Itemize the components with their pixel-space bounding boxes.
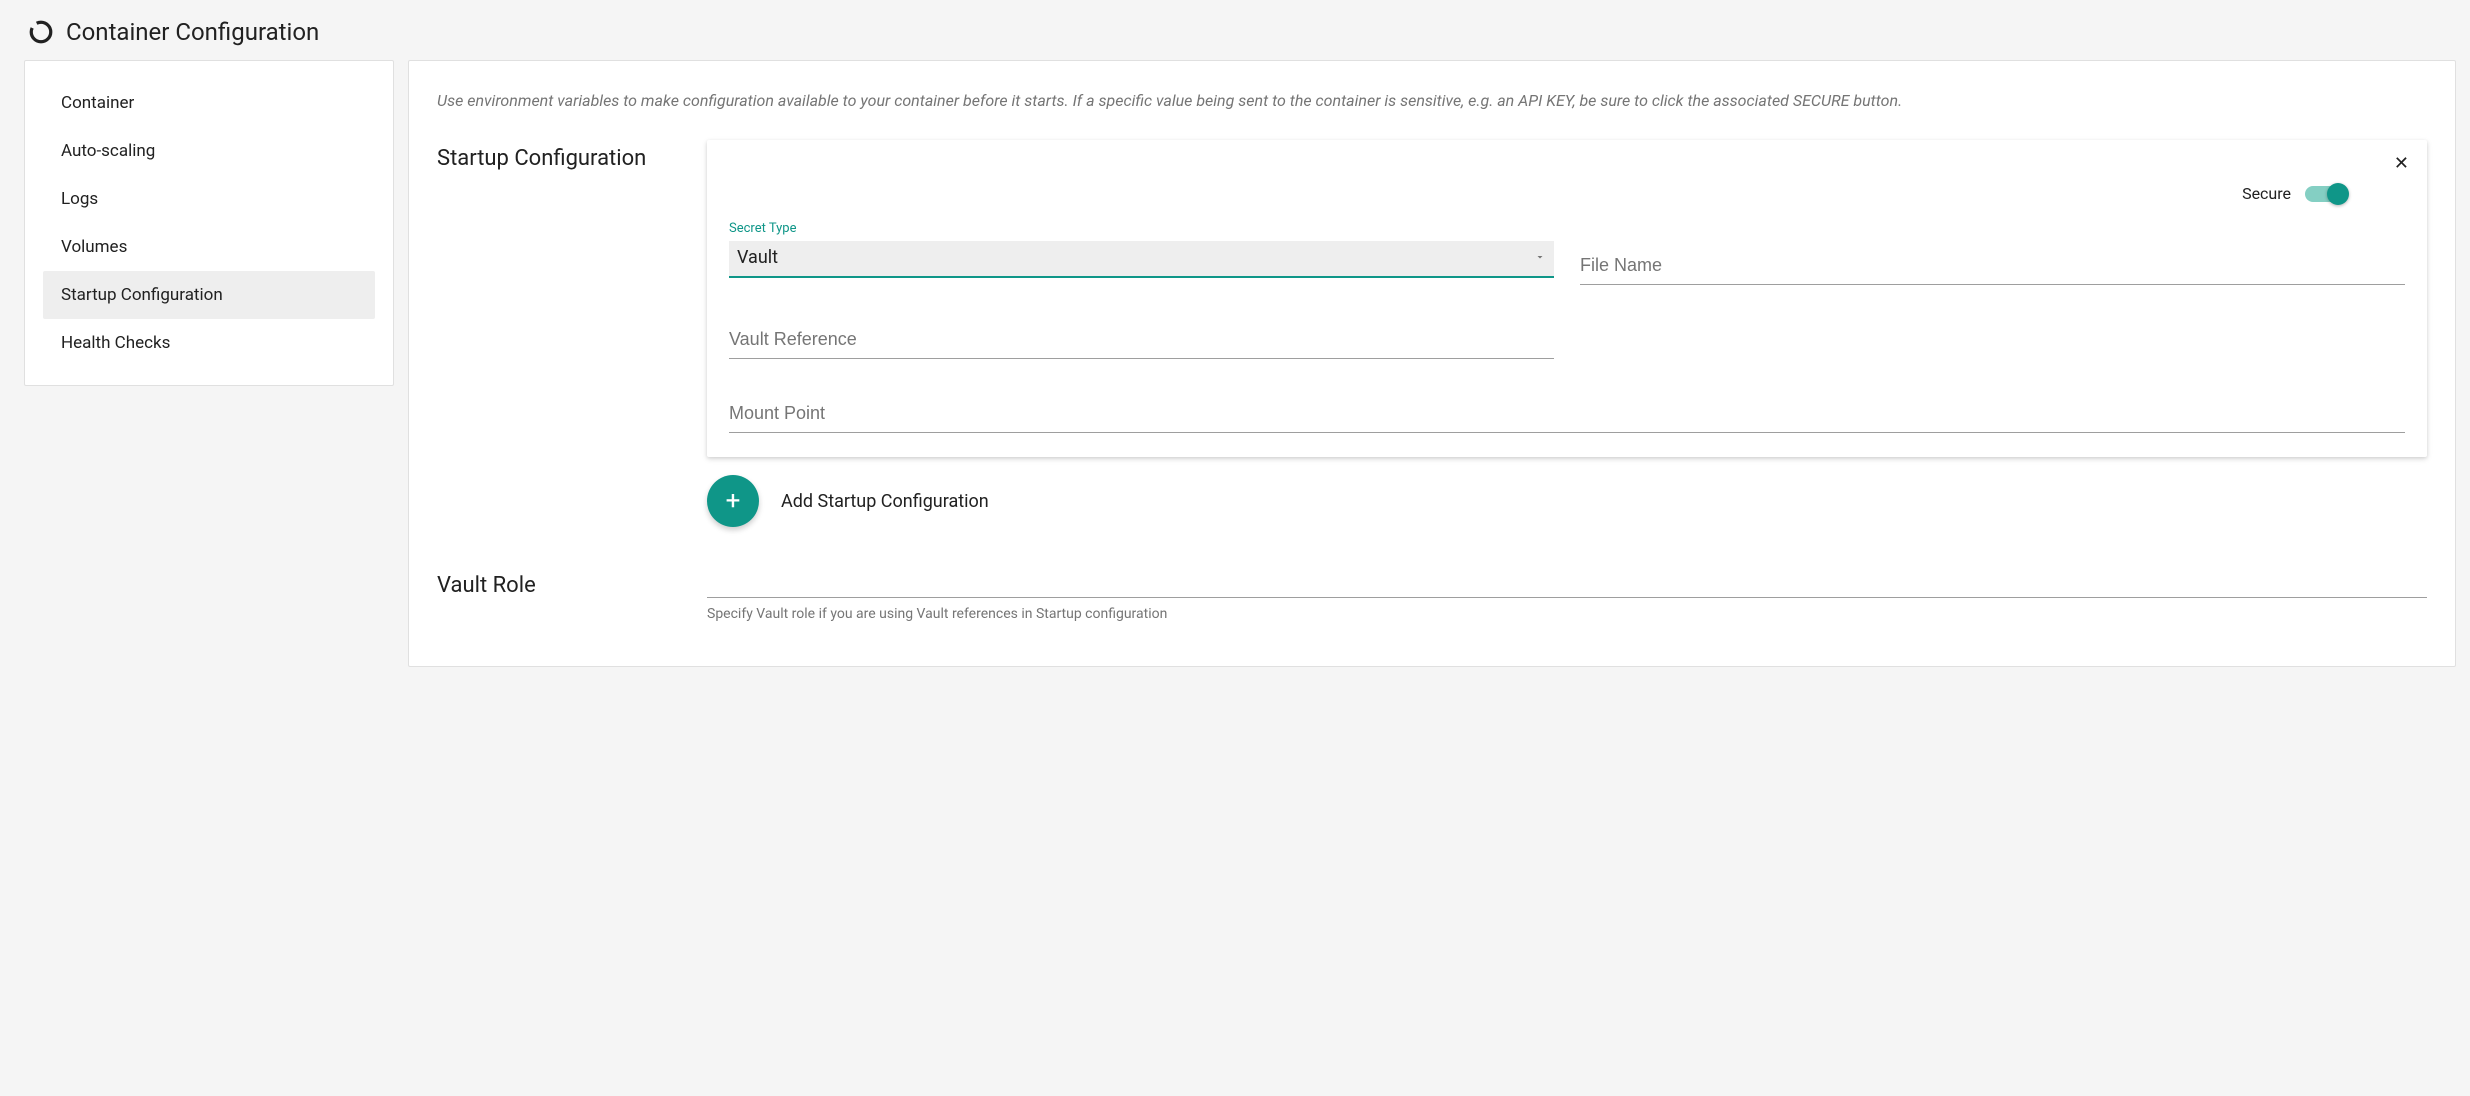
chevron-down-icon: [1534, 247, 1546, 268]
mount-point-input[interactable]: [729, 397, 2405, 433]
sidebar-item-logs[interactable]: Logs: [43, 175, 375, 223]
mount-point-field: [729, 369, 2405, 433]
secret-type-value: Vault: [737, 247, 778, 268]
section-label-startup: Startup Configuration: [437, 140, 707, 171]
file-name-input[interactable]: [1580, 249, 2405, 285]
startup-config-card: ✕ Secure Secret Type Vault: [707, 140, 2427, 457]
sidebar-item-container[interactable]: Container: [43, 79, 375, 127]
secret-type-field: Secret Type Vault: [729, 221, 1554, 285]
toggle-knob: [2327, 183, 2349, 205]
section-label-vault-role: Vault Role: [437, 567, 707, 598]
sidebar-item-label: Health Checks: [61, 333, 170, 353]
sidebar-item-label: Startup Configuration: [61, 285, 223, 305]
vault-role-input[interactable]: [707, 567, 2427, 598]
sidebar-item-volumes[interactable]: Volumes: [43, 223, 375, 271]
secret-type-label: Secret Type: [729, 221, 796, 236]
close-icon[interactable]: ✕: [2394, 154, 2409, 172]
vault-role-help: Specify Vault role if you are using Vaul…: [707, 606, 2427, 622]
file-name-field: [1580, 221, 2405, 285]
vault-reference-input[interactable]: [729, 323, 1554, 359]
plus-icon: +: [726, 488, 741, 514]
page-title: Container Configuration: [66, 18, 319, 46]
sidebar-item-label: Auto-scaling: [61, 141, 155, 161]
sidebar-item-auto-scaling[interactable]: Auto-scaling: [43, 127, 375, 175]
secure-row: Secure: [729, 184, 2405, 203]
sidebar-item-startup-configuration[interactable]: Startup Configuration: [43, 271, 375, 319]
sidebar-item-label: Volumes: [61, 237, 127, 257]
sidebar-item-label: Container: [61, 93, 134, 113]
sidebar-item-label: Logs: [61, 189, 98, 209]
sidebar: Container Auto-scaling Logs Volumes Star…: [24, 60, 394, 386]
add-startup-button[interactable]: +: [707, 475, 759, 527]
sidebar-item-health-checks[interactable]: Health Checks: [43, 319, 375, 367]
logo-icon: [28, 19, 54, 45]
page-header: Container Configuration: [0, 0, 2470, 60]
add-startup-row: + Add Startup Configuration: [707, 475, 2427, 527]
add-startup-label: Add Startup Configuration: [781, 491, 989, 512]
secret-type-select[interactable]: Vault: [729, 241, 1554, 278]
section-vault-role: Vault Role Specify Vault role if you are…: [437, 567, 2427, 622]
secure-toggle[interactable]: [2305, 186, 2345, 202]
main-panel: Use environment variables to make config…: [408, 60, 2456, 667]
vault-reference-field: [729, 295, 1554, 359]
secure-label: Secure: [2242, 184, 2291, 203]
help-text: Use environment variables to make config…: [437, 89, 2427, 112]
section-startup-configuration: Startup Configuration ✕ Secure S: [437, 140, 2427, 527]
